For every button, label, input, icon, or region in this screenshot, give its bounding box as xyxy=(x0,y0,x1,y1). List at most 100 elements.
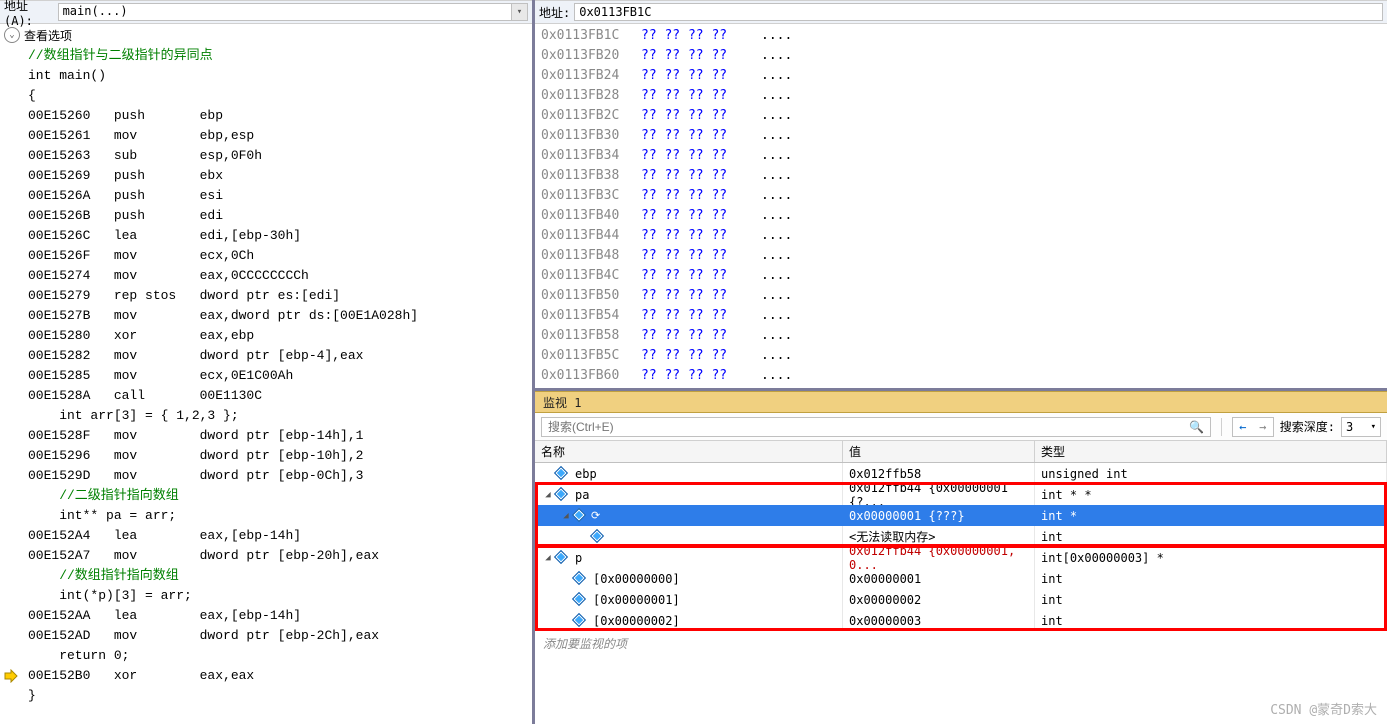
watch-cell-type[interactable]: int * xyxy=(1035,505,1387,526)
memory-row[interactable]: 0x0113FB38?? ?? ?? ??.... xyxy=(541,166,1381,186)
disasm-line[interactable]: 00E15285 mov ecx,0E1C00Ah xyxy=(28,366,528,386)
disasm-line[interactable]: 00E15279 rep stos dword ptr es:[edi] xyxy=(28,286,528,306)
watch-cell-type[interactable]: int xyxy=(1035,568,1387,589)
expander-icon[interactable] xyxy=(559,594,573,606)
disasm-line[interactable]: 00E1526B push edi xyxy=(28,206,528,226)
col-header-value[interactable]: 值 xyxy=(843,441,1035,462)
memory-dump[interactable]: 0x0113FB1C?? ?? ?? ??....0x0113FB20?? ??… xyxy=(535,24,1387,388)
watch-cell-name[interactable]: [0x00000001] xyxy=(535,589,843,610)
disasm-line[interactable]: 00E1529D mov dword ptr [ebp-0Ch],3 xyxy=(28,466,528,486)
disasm-line[interactable]: 00E1526C lea edi,[ebp-30h] xyxy=(28,226,528,246)
watch-cell-value[interactable]: 0x00000001 {???} xyxy=(843,505,1035,526)
disasm-line[interactable]: 00E15282 mov dword ptr [ebp-4],eax xyxy=(28,346,528,366)
disasm-line[interactable]: 00E152A4 lea eax,[ebp-14h] xyxy=(28,526,528,546)
disasm-line[interactable]: 00E15263 sub esp,0F0h xyxy=(28,146,528,166)
search-prev-button[interactable]: ← xyxy=(1233,418,1253,436)
watch-row[interactable]: [0x00000002]0x00000003int xyxy=(535,610,1387,631)
disasm-line[interactable]: 00E15261 mov ebp,esp xyxy=(28,126,528,146)
memory-row[interactable]: 0x0113FB60?? ?? ?? ??.... xyxy=(541,366,1381,386)
watch-cell-value[interactable]: 0x012ffb44 {0x00000001 {?... xyxy=(843,484,1035,505)
watch-cell-name[interactable]: ◢pa xyxy=(535,484,843,505)
disasm-line[interactable]: 00E152AD mov dword ptr [ebp-2Ch],eax xyxy=(28,626,528,646)
watch-row[interactable]: ◢⟳0x00000001 {???}int * xyxy=(535,505,1387,526)
disasm-line[interactable]: 00E152B0 xor eax,eax xyxy=(28,666,528,686)
disassembly-listing[interactable]: //数组指针与二级指针的异同点int main(){00E15260 push … xyxy=(0,46,532,724)
search-next-button[interactable]: → xyxy=(1253,418,1273,436)
disasm-line[interactable]: 00E1526A push esi xyxy=(28,186,528,206)
watch-row[interactable]: ◢pa0x012ffb44 {0x00000001 {?...int * * xyxy=(535,484,1387,505)
disasm-line[interactable]: 00E1528A call 00E1130C xyxy=(28,386,528,406)
watch-cell-value[interactable]: 0x012ffb44 {0x00000001, 0... xyxy=(843,547,1035,568)
memory-row[interactable]: 0x0113FB1C?? ?? ?? ??.... xyxy=(541,26,1381,46)
watch-add-item[interactable]: 添加要监视的项 xyxy=(535,631,1387,656)
watch-cell-type[interactable]: int xyxy=(1035,589,1387,610)
disasm-line[interactable]: int** pa = arr; xyxy=(28,506,528,526)
watch-search-box[interactable]: 🔍 xyxy=(541,417,1211,437)
watch-cell-name[interactable]: ◢p xyxy=(535,547,843,568)
expander-icon[interactable]: ◢ xyxy=(559,510,573,522)
watch-cell-type[interactable]: int[0x00000003] * xyxy=(1035,547,1387,568)
memory-address-input[interactable] xyxy=(574,3,1383,21)
watch-cell-type[interactable]: int * * xyxy=(1035,484,1387,505)
watch-cell-type[interactable]: int xyxy=(1035,526,1387,547)
disasm-line[interactable]: int main() xyxy=(28,66,528,86)
memory-row[interactable]: 0x0113FB44?? ?? ?? ??.... xyxy=(541,226,1381,246)
disasm-line[interactable]: 00E15296 mov dword ptr [ebp-10h],2 xyxy=(28,446,528,466)
expander-icon[interactable] xyxy=(559,573,573,585)
watch-cell-name[interactable] xyxy=(535,526,843,547)
watch-cell-name[interactable]: [0x00000002] xyxy=(535,610,843,631)
memory-row[interactable]: 0x0113FB30?? ?? ?? ??.... xyxy=(541,126,1381,146)
view-options-label[interactable]: 查看选项 xyxy=(24,27,72,44)
disasm-line[interactable]: 00E152A7 mov dword ptr [ebp-20h],eax xyxy=(28,546,528,566)
disasm-line[interactable]: //数组指针指向数组 xyxy=(28,566,528,586)
watch-cell-type[interactable]: unsigned int xyxy=(1035,463,1387,484)
col-header-type[interactable]: 类型 xyxy=(1035,441,1387,462)
disasm-line[interactable]: 00E15260 push ebp xyxy=(28,106,528,126)
memory-row[interactable]: 0x0113FB5C?? ?? ?? ??.... xyxy=(541,346,1381,366)
chevron-down-icon[interactable]: ▾ xyxy=(512,3,528,21)
view-options-toggle[interactable]: ⌄ xyxy=(4,27,20,43)
memory-row[interactable]: 0x0113FB28?? ?? ?? ??.... xyxy=(541,86,1381,106)
memory-row[interactable]: 0x0113FB20?? ?? ?? ??.... xyxy=(541,46,1381,66)
watch-row[interactable]: [0x00000001]0x00000002int xyxy=(535,589,1387,610)
disasm-line[interactable]: 00E15269 push ebx xyxy=(28,166,528,186)
memory-row[interactable]: 0x0113FB3C?? ?? ?? ??.... xyxy=(541,186,1381,206)
search-icon[interactable]: 🔍 xyxy=(1188,418,1206,436)
watch-cell-name[interactable]: ◢⟳ xyxy=(535,505,843,526)
memory-row[interactable]: 0x0113FB48?? ?? ?? ??.... xyxy=(541,246,1381,266)
memory-row[interactable]: 0x0113FB40?? ?? ?? ??.... xyxy=(541,206,1381,226)
watch-cell-value[interactable]: 0x00000003 xyxy=(843,610,1035,631)
memory-row[interactable]: 0x0113FB24?? ?? ?? ??.... xyxy=(541,66,1381,86)
memory-row[interactable]: 0x0113FB50?? ?? ?? ??.... xyxy=(541,286,1381,306)
disasm-line[interactable]: int(*p)[3] = arr; xyxy=(28,586,528,606)
memory-row[interactable]: 0x0113FB2C?? ?? ?? ??.... xyxy=(541,106,1381,126)
refresh-icon[interactable]: ⟳ xyxy=(591,509,600,522)
disasm-line[interactable]: 00E1527B mov eax,dword ptr ds:[00E1A028h… xyxy=(28,306,528,326)
disasm-line[interactable]: 00E1526F mov ecx,0Ch xyxy=(28,246,528,266)
expander-icon[interactable] xyxy=(577,531,591,543)
disasm-line[interactable]: 00E15280 xor eax,ebp xyxy=(28,326,528,346)
watch-cell-type[interactable]: int xyxy=(1035,610,1387,631)
watch-cell-name[interactable]: ebp xyxy=(535,463,843,484)
watch-row[interactable]: [0x00000000]0x00000001int xyxy=(535,568,1387,589)
disasm-line[interactable]: 00E1528F mov dword ptr [ebp-14h],1 xyxy=(28,426,528,446)
memory-row[interactable]: 0x0113FB58?? ?? ?? ??.... xyxy=(541,326,1381,346)
disasm-line[interactable]: //数组指针与二级指针的异同点 xyxy=(28,46,528,66)
search-depth-select[interactable]: 3 ▾ xyxy=(1341,417,1381,437)
watch-row[interactable]: ◢p0x012ffb44 {0x00000001, 0...int[0x0000… xyxy=(535,547,1387,568)
disasm-address-combo[interactable]: main(...) ▾ xyxy=(58,3,528,21)
watch-cell-value[interactable]: 0x00000001 xyxy=(843,568,1035,589)
disasm-line[interactable]: { xyxy=(28,86,528,106)
disasm-line[interactable]: 00E152AA lea eax,[ebp-14h] xyxy=(28,606,528,626)
disasm-address-value[interactable]: main(...) xyxy=(58,3,512,21)
expander-icon[interactable] xyxy=(559,615,573,627)
expander-icon[interactable] xyxy=(541,468,555,480)
memory-row[interactable]: 0x0113FB54?? ?? ?? ??.... xyxy=(541,306,1381,326)
watch-cell-name[interactable]: [0x00000000] xyxy=(535,568,843,589)
disasm-line[interactable]: int arr[3] = { 1,2,3 }; xyxy=(28,406,528,426)
disasm-line[interactable]: 00E15274 mov eax,0CCCCCCCCh xyxy=(28,266,528,286)
disasm-line[interactable]: } xyxy=(28,686,528,706)
memory-row[interactable]: 0x0113FB4C?? ?? ?? ??.... xyxy=(541,266,1381,286)
col-header-name[interactable]: 名称 xyxy=(535,441,843,462)
expander-icon[interactable]: ◢ xyxy=(541,489,555,501)
